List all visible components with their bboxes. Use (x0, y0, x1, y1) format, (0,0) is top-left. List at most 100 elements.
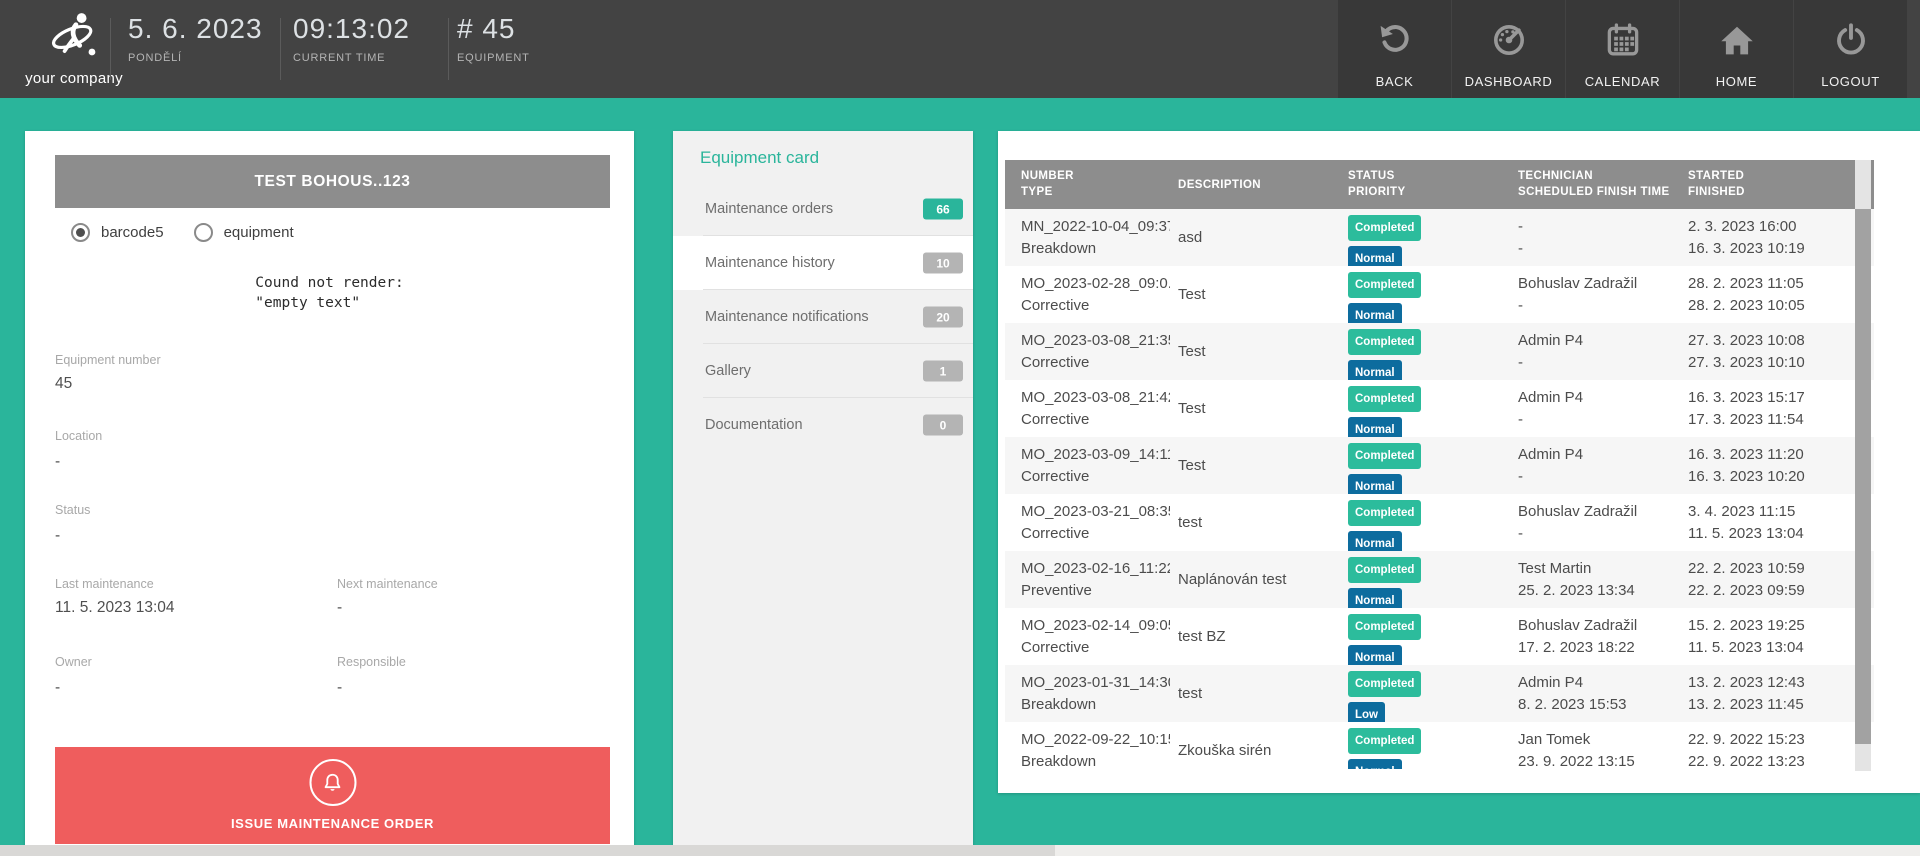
priority-badge: Normal (1348, 417, 1402, 437)
order-started: 28. 2. 2023 11:05 (1688, 273, 1868, 295)
table-row[interactable]: MO_2023-02-16_11:22:... Preventive Naplá… (1005, 551, 1874, 608)
table-row[interactable]: MO_2023-02-14_09:05... Corrective test B… (1005, 608, 1874, 665)
status-badge: Completed (1348, 614, 1421, 640)
issue-maintenance-order-button[interactable]: ISSUE MAINTENANCE ORDER (55, 747, 610, 844)
location-field-value: - (55, 453, 60, 471)
table-row[interactable]: MO_2023-03-08_21:35... Corrective Test C… (1005, 323, 1874, 380)
table-row[interactable]: MO_2023-03-21_08:35... Corrective test C… (1005, 494, 1874, 551)
back-label: BACK (1376, 74, 1414, 89)
cell-description: Test (1170, 437, 1340, 494)
order-technician: Bohuslav Zadražil (1518, 273, 1674, 295)
menu-item-label: Maintenance history (705, 255, 835, 271)
order-finished: 17. 3. 2023 11:54 (1688, 409, 1868, 431)
cell-status-priority: Completed Low (1340, 665, 1510, 722)
cell-technician-scheduled: Jan Tomek 23. 9. 2022 13:15 (1510, 722, 1680, 769)
order-description: test BZ (1178, 626, 1226, 648)
cell-number-type: MO_2023-02-28_09:0... Corrective (1005, 266, 1170, 323)
table-row[interactable]: MO_2022-09-22_10:15:... Breakdown Zkoušk… (1005, 722, 1874, 769)
cell-description: Test (1170, 380, 1340, 437)
cell-number-type: MO_2023-03-08_21:42... Corrective (1005, 380, 1170, 437)
priority-badge: Normal (1348, 759, 1402, 769)
dashboard-button[interactable]: DASHBOARD (1452, 0, 1565, 98)
back-button[interactable]: BACK (1338, 0, 1451, 98)
time-label: CURRENT TIME (293, 52, 385, 64)
cell-status-priority: Completed Normal (1340, 437, 1510, 494)
order-technician: Admin P4 (1518, 387, 1674, 409)
order-finished: 13. 2. 2023 11:45 (1688, 694, 1868, 716)
table-vertical-scrollbar-thumb[interactable] (1855, 209, 1871, 744)
logout-label: LOGOUT (1821, 74, 1880, 89)
order-finished: 28. 2. 2023 10:05 (1688, 295, 1868, 317)
order-finished: 11. 5. 2023 13:04 (1688, 523, 1868, 545)
cell-started-finished: 22. 9. 2022 15:23 22. 9. 2022 13:23 (1680, 722, 1874, 769)
home-icon (1719, 22, 1755, 74)
equipment-card-title: Equipment card (673, 131, 973, 182)
dashboard-label: DASHBOARD (1465, 74, 1553, 89)
cell-status-priority: Completed Normal (1340, 608, 1510, 665)
column-number-type: NUMBERTYPE (1005, 160, 1170, 209)
cell-description: Test (1170, 323, 1340, 380)
order-description: Test (1178, 398, 1206, 420)
menu-item-count-badge: 10 (923, 253, 963, 274)
table-row[interactable]: MO_2023-02-28_09:0... Corrective Test Co… (1005, 266, 1874, 323)
equipment-card-menu-item[interactable]: Gallery 1 (673, 344, 973, 398)
table-row[interactable]: MN_2022-10-04_09:37... Breakdown asd Com… (1005, 209, 1874, 266)
home-button[interactable]: HOME (1680, 0, 1793, 98)
table-vertical-scrollbar[interactable] (1855, 160, 1871, 771)
cell-number-type: MO_2023-02-16_11:22:... Preventive (1005, 551, 1170, 608)
cell-started-finished: 27. 3. 2023 10:08 27. 3. 2023 10:10 (1680, 323, 1874, 380)
page-horizontal-scrollbar[interactable] (0, 845, 1920, 856)
equipment-card-menu-item[interactable]: Maintenance history 10 (673, 236, 973, 290)
order-scheduled-finish: - (1518, 523, 1674, 545)
table-row[interactable]: MO_2023-03-08_21:42... Corrective Test C… (1005, 380, 1874, 437)
order-type: Breakdown (1021, 238, 1164, 260)
column-description: DESCRIPTION (1170, 160, 1340, 209)
cell-technician-scheduled: Admin P4 - (1510, 323, 1680, 380)
page-horizontal-scrollbar-thumb[interactable] (0, 845, 1055, 856)
table-row[interactable]: MO_2023-03-09_14:11:... Corrective Test … (1005, 437, 1874, 494)
order-scheduled-finish: 23. 9. 2022 13:15 (1518, 751, 1674, 769)
order-type: Corrective (1021, 466, 1164, 488)
priority-badge: Normal (1348, 303, 1402, 323)
radio-barcode5-control[interactable] (71, 223, 90, 242)
equipment-card-menu-item[interactable]: Maintenance notifications 20 (673, 290, 973, 344)
radio-equipment-control[interactable] (194, 223, 213, 242)
order-type: Corrective (1021, 409, 1164, 431)
table-header: NUMBERTYPE DESCRIPTION STATUSPRIORITY TE… (1005, 160, 1874, 209)
calendar-button[interactable]: CALENDAR (1566, 0, 1679, 98)
order-description: Zkouška sirén (1178, 740, 1271, 762)
logout-button[interactable]: LOGOUT (1794, 0, 1907, 98)
table-row[interactable]: MO_2023-01-31_14:30:19 Breakdown test Co… (1005, 665, 1874, 722)
equipment-card-menu-item[interactable]: Maintenance orders 66 (673, 182, 973, 236)
priority-badge: Low (1348, 702, 1385, 722)
order-description: asd (1178, 227, 1202, 249)
order-technician: Bohuslav Zadražil (1518, 501, 1674, 523)
order-description: test (1178, 683, 1202, 705)
radio-equipment[interactable]: equipment (194, 223, 294, 242)
order-number: MO_2023-02-14_09:05... (1021, 615, 1164, 637)
status-badge: Completed (1348, 443, 1421, 469)
order-type: Breakdown (1021, 751, 1164, 769)
equipment-number-label: EQUIPMENT (457, 52, 530, 64)
owner-value: - (55, 679, 60, 697)
order-type: Corrective (1021, 295, 1164, 317)
top-nav: BACK DASHBOARD (1338, 0, 1907, 98)
top-bar: your company 5. 6. 2023 PONDĚLÍ 09:13:02… (0, 0, 1920, 98)
last-maintenance-label: Last maintenance (55, 577, 154, 591)
render-error-line1: Cound not render: (255, 273, 403, 293)
radio-barcode5[interactable]: barcode5 (71, 223, 164, 242)
order-started: 22. 9. 2022 15:23 (1688, 729, 1868, 751)
cell-description: Test (1170, 266, 1340, 323)
table-body: MN_2022-10-04_09:37... Breakdown asd Com… (1005, 209, 1874, 769)
cell-technician-scheduled: Admin P4 8. 2. 2023 15:53 (1510, 665, 1680, 722)
order-number: MO_2023-03-08_21:35... (1021, 330, 1164, 352)
render-error-line2: "empty text" (255, 293, 403, 313)
location-field-label: Location (55, 429, 102, 443)
equipment-card-menu-item[interactable]: Documentation 0 (673, 398, 973, 452)
cell-status-priority: Completed Normal (1340, 494, 1510, 551)
status-badge: Completed (1348, 329, 1421, 355)
order-scheduled-finish: 25. 2. 2023 13:34 (1518, 580, 1674, 602)
menu-item-count-badge: 0 (923, 415, 963, 436)
equipment-detail-panel: TEST BOHOUS..123 barcode5 equipment Coun… (25, 131, 634, 847)
cell-technician-scheduled: Bohuslav Zadražil - (1510, 266, 1680, 323)
